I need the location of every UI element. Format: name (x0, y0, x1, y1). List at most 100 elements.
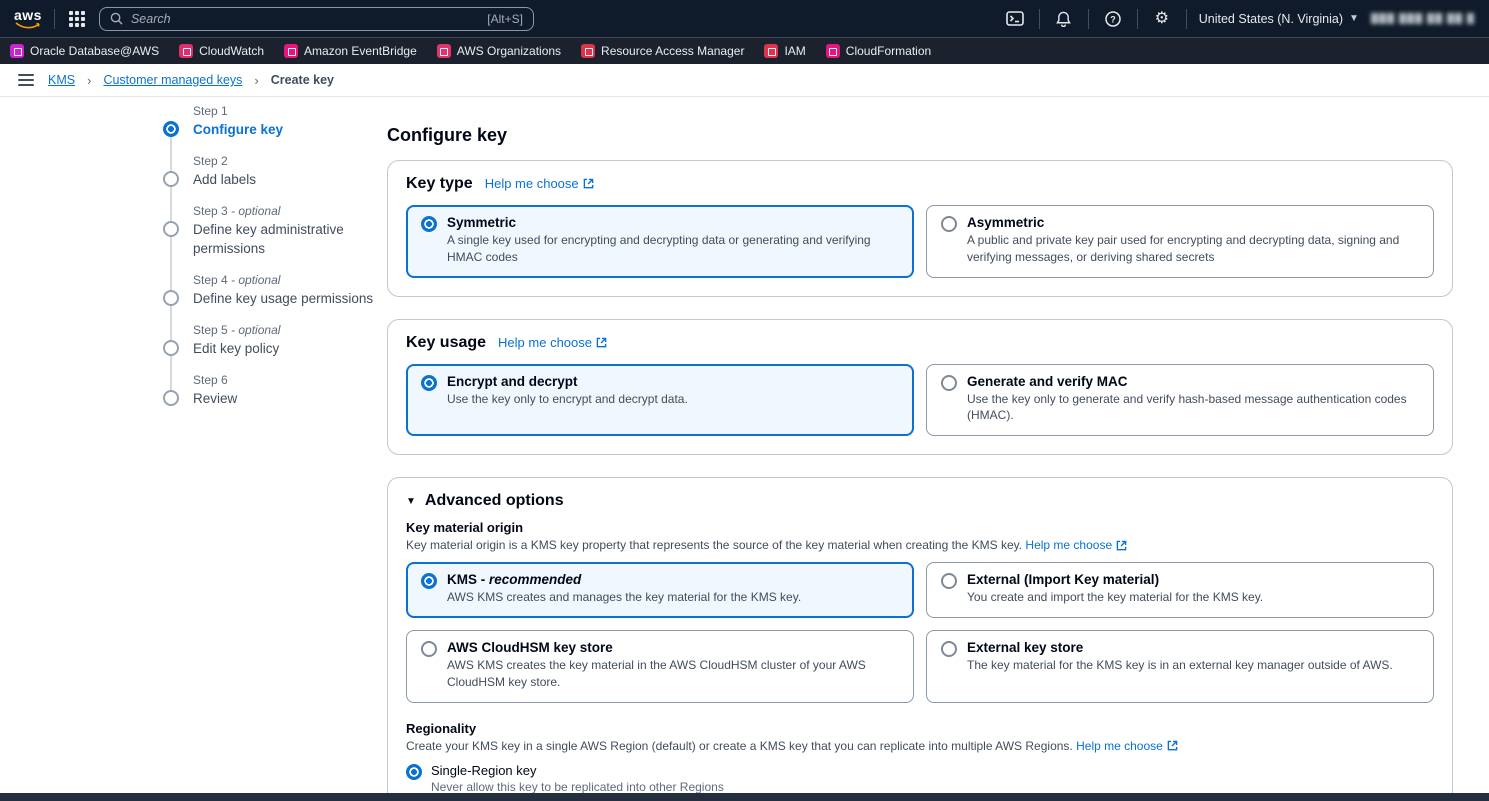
external-link-icon (1116, 540, 1127, 551)
radio-tile-cloudhsm-key-store[interactable]: AWS CloudHSM key store AWS KMS creates t… (406, 630, 914, 703)
app-grid-icon[interactable] (67, 9, 87, 29)
radio-unchecked-icon[interactable] (421, 641, 437, 657)
radio-tile-external-import[interactable]: External (Import Key material) You creat… (926, 562, 1434, 618)
favorites-item-label: CloudWatch (199, 44, 264, 58)
step-item-configure-key[interactable]: Step 1 Configure key (163, 104, 381, 139)
regionality-help-me-choose-link[interactable]: Help me choose (1076, 739, 1178, 753)
option-title: External key store (967, 640, 1393, 655)
favorites-item-resource-access-manager[interactable]: Resource Access Manager (581, 44, 744, 58)
radio-tile-kms-origin[interactable]: KMS - recommended AWS KMS creates and ma… (406, 562, 914, 618)
aws-smile-icon (15, 22, 41, 29)
favorites-item-label: AWS Organizations (457, 44, 561, 58)
page-title: Configure key (387, 125, 1453, 146)
radio-tile-encrypt-and-decrypt[interactable]: Encrypt and decrypt Use the key only to … (406, 364, 914, 437)
key-usage-help-me-choose-link[interactable]: Help me choose (498, 335, 607, 350)
step-title: Configure key (193, 121, 381, 139)
search-icon (110, 12, 123, 25)
top-navigation-bar: aws Search [Alt+S] ? ⚙ United States (N.… (0, 0, 1489, 37)
breadcrumb-current: Create key (271, 73, 334, 87)
step-item-define-key-administrative-permissions[interactable]: Step 3 - optional Define key administrat… (163, 204, 381, 257)
favorites-item-cloudformation[interactable]: CloudFormation (826, 44, 931, 58)
favorites-item-label: CloudFormation (846, 44, 931, 58)
external-link-icon (583, 178, 594, 189)
chevron-right-icon: › (87, 73, 91, 88)
option-description: Use the key only to generate and verify … (967, 391, 1419, 425)
option-title: AWS CloudHSM key store (447, 640, 899, 655)
radio-tile-asymmetric[interactable]: Asymmetric A public and private key pair… (926, 205, 1434, 278)
favorites-item-cloudwatch[interactable]: CloudWatch (179, 44, 264, 58)
favorites-item-label: Amazon EventBridge (304, 44, 417, 58)
aws-logo-text: aws (14, 8, 42, 22)
radio-checked-icon[interactable] (421, 375, 437, 391)
radio-unchecked-icon[interactable] (941, 216, 957, 232)
radio-tile-symmetric[interactable]: Symmetric A single key used for encrypti… (406, 205, 914, 278)
step-item-define-key-usage-permissions[interactable]: Step 4 - optional Define key usage permi… (163, 273, 381, 308)
step-title: Define key usage permissions (193, 290, 381, 308)
radio-unchecked-icon[interactable] (941, 375, 957, 391)
radio-checked-icon[interactable] (421, 573, 437, 589)
regionality-label: Regionality (406, 721, 1434, 736)
radio-unchecked-icon[interactable] (941, 641, 957, 657)
notifications-bell-icon[interactable] (1052, 7, 1076, 31)
option-title: Encrypt and decrypt (447, 374, 688, 389)
cloudshell-icon[interactable] (1003, 7, 1027, 31)
radio-single-region-key[interactable]: Single-Region key Never allow this key t… (406, 763, 1434, 794)
option-title: Asymmetric (967, 215, 1419, 230)
favorites-item-organizations[interactable]: AWS Organizations (437, 44, 561, 58)
step-number: Step 3 - optional (193, 204, 381, 218)
option-title: External (Import Key material) (967, 572, 1263, 587)
settings-gear-icon[interactable]: ⚙ (1150, 7, 1174, 31)
step-number: Step 4 - optional (193, 273, 381, 287)
option-description: AWS KMS creates and manages the key mate… (447, 589, 801, 606)
account-menu[interactable]: ███ ███ ██ ██ █ (1371, 13, 1475, 24)
region-label: United States (N. Virginia) (1199, 12, 1343, 26)
radio-unchecked-icon[interactable] (941, 573, 957, 589)
step-item-add-labels[interactable]: Step 2 Add labels (163, 154, 381, 189)
step-title: Define key administrative permissions (193, 221, 381, 257)
step-number: Step 2 (193, 154, 381, 168)
breadcrumb-link-customer-managed-keys[interactable]: Customer managed keys (103, 73, 242, 87)
step-title: Review (193, 390, 381, 408)
step-item-review[interactable]: Step 6 Review (163, 373, 381, 408)
key-material-help-me-choose-link[interactable]: Help me choose (1025, 538, 1127, 552)
wizard-steps-nav: Step 1 Configure key Step 2 Add labels S… (163, 104, 381, 424)
option-description: You create and import the key material f… (967, 589, 1263, 606)
favorites-item-iam[interactable]: IAM (764, 44, 805, 58)
aws-logo[interactable]: aws (14, 8, 42, 29)
chevron-down-icon: ▼ (1349, 13, 1359, 24)
step-item-edit-key-policy[interactable]: Step 5 - optional Edit key policy (163, 323, 381, 358)
bottom-footer-bar (0, 793, 1489, 801)
radio-checked-icon[interactable] (406, 764, 422, 780)
option-title: Single-Region key (431, 763, 724, 778)
advanced-options-section: ▼ Advanced options Key material origin K… (387, 477, 1453, 801)
radio-checked-icon[interactable] (421, 216, 437, 232)
breadcrumb-link-kms[interactable]: KMS (48, 73, 75, 87)
key-type-help-me-choose-link[interactable]: Help me choose (485, 176, 594, 191)
step-radio-icon (163, 340, 179, 356)
option-description: The key material for the KMS key is in a… (967, 657, 1393, 674)
radio-tile-external-key-store[interactable]: External key store The key material for … (926, 630, 1434, 703)
help-icon[interactable]: ? (1101, 7, 1125, 31)
divider (1186, 9, 1187, 29)
step-number: Step 5 - optional (193, 323, 381, 337)
svg-text:?: ? (1110, 14, 1116, 24)
favorites-item-eventbridge[interactable]: Amazon EventBridge (284, 44, 417, 58)
regionality-description: Create your KMS key in a single AWS Regi… (406, 739, 1434, 753)
region-selector[interactable]: United States (N. Virginia) ▼ (1199, 12, 1359, 26)
external-link-icon (596, 337, 607, 348)
oracle-database-service-icon (10, 44, 24, 58)
step-radio-icon (163, 290, 179, 306)
eventbridge-service-icon (284, 44, 298, 58)
key-usage-section: Key usage Help me choose Encrypt and dec… (387, 319, 1453, 456)
favorites-item-oracle-database[interactable]: Oracle Database@AWS (10, 44, 159, 58)
organizations-service-icon (437, 44, 451, 58)
advanced-options-expander[interactable]: ▼ Advanced options (406, 492, 1434, 510)
hamburger-menu-icon[interactable] (16, 71, 36, 89)
step-title: Edit key policy (193, 340, 381, 358)
search-input[interactable]: Search [Alt+S] (99, 7, 534, 31)
option-description: Never allow this key to be replicated in… (431, 780, 724, 794)
search-placeholder: Search (131, 12, 171, 26)
advanced-options-title: Advanced options (425, 492, 564, 510)
radio-tile-generate-and-verify-mac[interactable]: Generate and verify MAC Use the key only… (926, 364, 1434, 437)
step-radio-icon (163, 221, 179, 237)
